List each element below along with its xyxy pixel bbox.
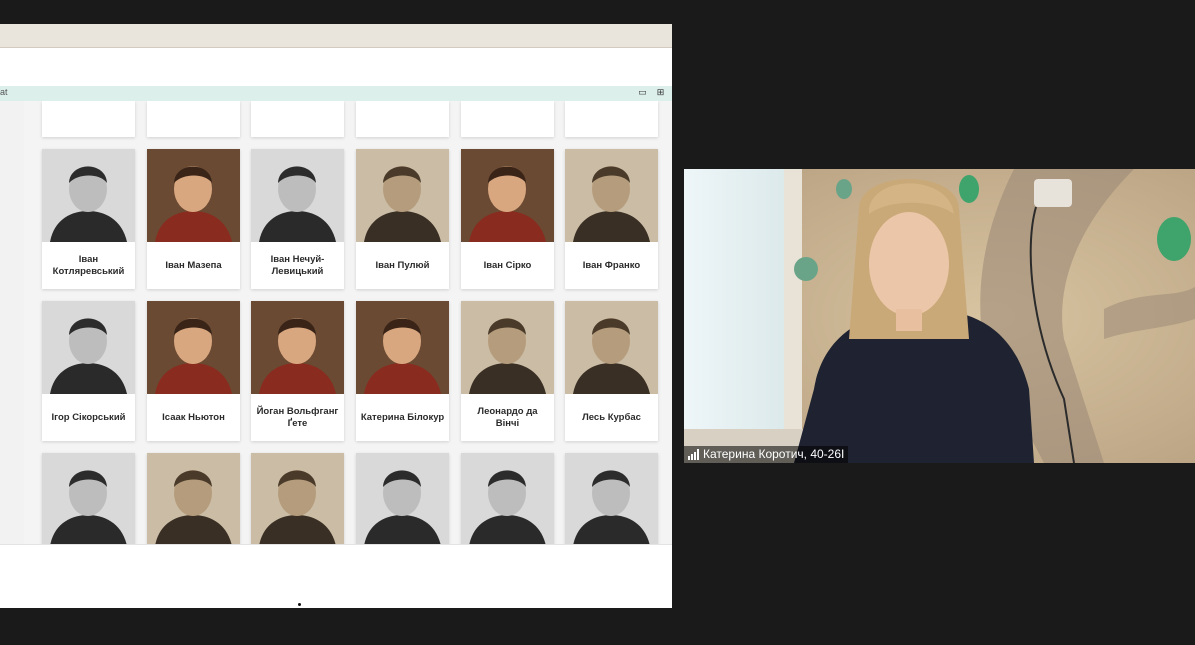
portrait-name: Ісаак Ньютон [162,411,225,423]
portrait-name: Іван Мазепа [165,259,222,271]
address-text: at [0,87,8,97]
portrait-name: Лесь Курбас [582,411,641,423]
portrait-photo [42,453,135,544]
portrait-card[interactable]: Ісаак Ньютон [147,301,240,441]
address-bar[interactable]: at ▭ ⊞ [0,86,672,101]
signal-strength-icon [688,449,699,460]
portrait-photo [461,301,554,394]
portrait-photo [147,453,240,544]
portrait-card[interactable]: Йоган Вольфганг Ґете [251,301,344,441]
translate-icon[interactable]: ⊞ [655,87,666,98]
portrait-photo [251,301,344,394]
portrait-photo [356,149,449,242]
bottom-area [0,544,672,608]
portrait-photo [565,301,658,394]
portrait-photo [461,149,554,242]
portrait-card[interactable]: Ігор Сікорський [42,301,135,441]
portrait-card[interactable]: Іван Нечуй-Левицький [251,149,344,289]
portrait-card[interactable]: Катерина Білокур [356,301,449,441]
portrait-card-partial[interactable] [147,101,240,137]
browser-tab-bar [0,24,672,48]
participant-video-frame [684,169,1195,463]
shared-screen: at ▭ ⊞ Іван Котляревський Іван Мазепа Іван… [0,24,672,608]
portrait-name: Катерина Білокур [360,411,445,423]
portrait-card[interactable]: Микола Лисенко [565,453,658,544]
portrait-name: Іван Котляревський [52,253,125,277]
portrait-card[interactable]: Марія Склодовська [251,453,344,544]
portrait-name: Іван Сірко [483,259,532,271]
portrait-card[interactable]: Марія [147,453,240,544]
portrait-card[interactable]: Іван Мазепа [147,149,240,289]
portrait-name: Леонардо да Вінчі [477,405,538,429]
participant-name: Катерина Коротич, 40-26І [703,447,845,461]
portrait-card-partial[interactable] [42,101,135,137]
portrait-card[interactable]: Марк Твен [356,453,449,544]
portrait-photo [147,301,240,394]
portrait-card[interactable]: Іван Котляревський [42,149,135,289]
portrait-photo [565,149,658,242]
portrait-photo [356,301,449,394]
portrait-card-partial[interactable] [565,101,658,137]
portrait-card[interactable]: Леонардо да Вінчі [461,301,554,441]
portrait-gallery: Іван Котляревський Іван Мазепа Іван Нечуй-… [0,101,672,544]
portrait-card-partial[interactable] [356,101,449,137]
portrait-photo [356,453,449,544]
cast-icon[interactable]: ▭ [637,87,648,98]
portrait-photo [565,453,658,544]
left-panel [0,101,24,544]
portrait-photo [251,149,344,242]
portrait-name: Іван Франко [582,259,641,271]
portrait-photo [251,453,344,544]
portrait-photo [461,453,554,544]
participant-video[interactable]: Катерина Коротич, 40-26І [684,169,1195,463]
portrait-card[interactable]: Іван Пулюй [356,149,449,289]
portrait-photo [147,149,240,242]
participant-name-label: Катерина Коротич, 40-26І [684,446,849,463]
portrait-card-partial[interactable] [461,101,554,137]
portrait-photo [42,301,135,394]
portrait-name: Іван Нечуй-Левицький [270,253,325,277]
portrait-name: Йоган Вольфганг Ґете [256,405,339,429]
portrait-name: Ігор Сікорський [51,411,126,423]
portrait-card[interactable]: Лесь Курбас [565,301,658,441]
portrait-card[interactable]: Іван Сірко [461,149,554,289]
portrait-card[interactable]: Леся Українка [42,453,135,544]
portrait-card[interactable]: Іван Франко [565,149,658,289]
portrait-card-partial[interactable] [251,101,344,137]
portrait-card[interactable]: Микола [461,453,554,544]
portrait-name: Іван Пулюй [375,259,430,271]
mouse-cursor [298,603,301,606]
portrait-photo [42,149,135,242]
